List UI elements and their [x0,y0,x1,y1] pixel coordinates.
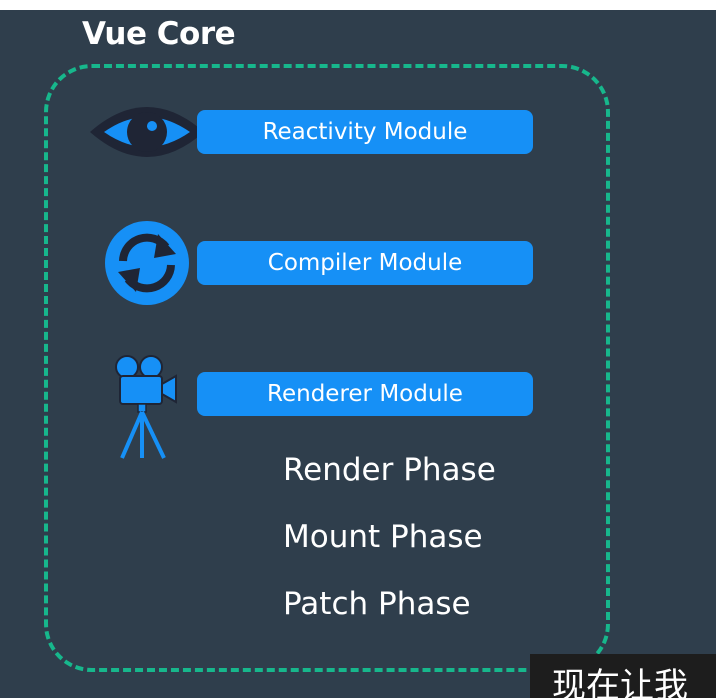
subtitle-box: 现在让我 [530,654,716,698]
eye-icon [90,107,204,157]
subtitle-text: 现在让我 [552,666,688,698]
renderer-module-box: Renderer Module [197,372,533,416]
mount-phase-label: Mount Phase [283,519,483,555]
render-phase-label: Render Phase [283,452,496,488]
compiler-module-box: Compiler Module [197,241,533,285]
diagram-title: Vue Core [82,16,236,52]
refresh-icon [105,221,189,305]
reactivity-module-box: Reactivity Module [197,110,533,154]
patch-phase-label: Patch Phase [283,586,471,622]
top-edge-strip [0,0,716,10]
movie-camera-icon [115,355,177,459]
